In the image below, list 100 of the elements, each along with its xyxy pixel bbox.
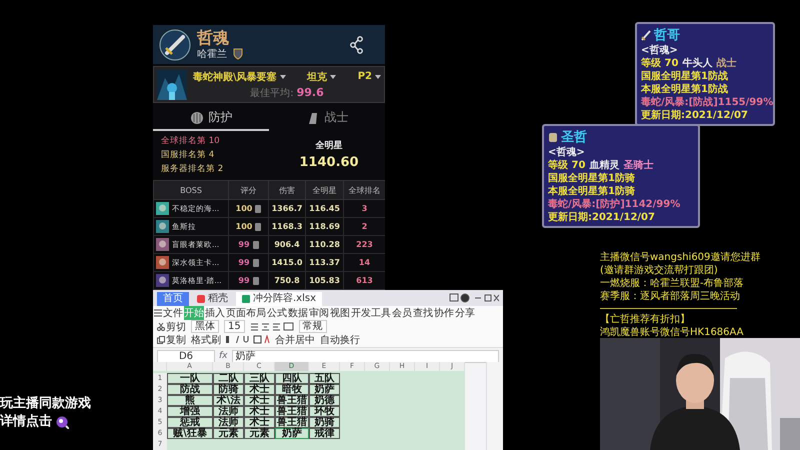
- class-icon: [641, 30, 651, 40]
- boss-icon: [156, 220, 169, 233]
- column-header: 全明星: [306, 180, 344, 200]
- table-cell[interactable]: 五队: [309, 373, 340, 384]
- tooltip-line: 本服全明星第1防战: [641, 83, 729, 96]
- document-tab[interactable]: 稻壳: [191, 292, 234, 306]
- level-text: 等级 70: [641, 57, 678, 70]
- rank-cell: 613: [344, 272, 385, 290]
- guild-name: <哲魂>: [548, 146, 586, 159]
- font-field[interactable]: 黑体: [191, 320, 219, 334]
- damage-cell: 1415.0: [268, 254, 306, 272]
- rank-text: 服务器排名第 2: [161, 162, 224, 175]
- collaborate-button[interactable]: 协作: [434, 306, 454, 320]
- copy-button[interactable]: 复制: [157, 332, 186, 347]
- ribbon-tab[interactable]: 视图: [330, 306, 350, 320]
- promo-link[interactable]: 玩主播同款游戏: [0, 396, 91, 412]
- alignment-icon[interactable]: [250, 322, 294, 332]
- guild-name: <哲魂>: [641, 44, 679, 57]
- function-label: fx: [219, 351, 228, 361]
- table-cell[interactable]: 环牧: [309, 406, 340, 417]
- rank-text: 全球排名第 10: [161, 134, 221, 147]
- ribbon-tab[interactable]: 审阅: [309, 306, 329, 320]
- table-cell[interactable]: 奶德: [309, 395, 340, 406]
- table-cell[interactable]: 贼\狂暴: [167, 428, 213, 439]
- score-cell: 99: [228, 254, 268, 272]
- ribbon-tab[interactable]: 公式: [267, 306, 287, 320]
- table-cell[interactable]: 术\法: [213, 395, 244, 406]
- cut-button[interactable]: 剪切: [157, 320, 186, 334]
- rank-cell: 2: [344, 218, 385, 236]
- table-cell[interactable]: 奶萨: [275, 428, 309, 439]
- ribbon-tab[interactable]: 开发工具: [351, 306, 391, 320]
- ribbon-tab[interactable]: 数据: [288, 306, 308, 320]
- allstar-cell: 105.83: [306, 272, 344, 290]
- class-icon: [548, 132, 558, 142]
- merge-center-button[interactable]: 合并居中: [275, 332, 315, 347]
- scissors-icon[interactable]: [157, 322, 165, 331]
- table-cell[interactable]: 奶萨: [309, 384, 340, 395]
- spec-tab[interactable]: 防护: [153, 106, 269, 131]
- format-painter-button[interactable]: 格式刷: [191, 332, 221, 347]
- ribbon-tab[interactable]: 插入: [205, 306, 225, 320]
- ribbon-tab[interactable]: 会员: [392, 306, 412, 320]
- table-cell[interactable]: 三队: [244, 373, 275, 384]
- table-cell[interactable]: 法师: [213, 417, 244, 428]
- promo-link[interactable]: 详情点击: [0, 414, 52, 430]
- filter-dropdown[interactable]: P2: [358, 70, 381, 84]
- caret-icon[interactable]: [280, 74, 286, 79]
- font-style-icon[interactable]: [226, 335, 270, 344]
- table-cell[interactable]: 暗牧: [275, 384, 309, 395]
- table-cell[interactable]: 元素: [244, 428, 275, 439]
- info-text: (邀请群游戏交流帮打跟团): [600, 264, 719, 277]
- table-cell[interactable]: 术士: [244, 384, 275, 395]
- table-cell[interactable]: 防战: [167, 384, 213, 395]
- column-header: 评分: [228, 180, 268, 200]
- ribbon-tab[interactable]: 页面布局: [226, 306, 266, 320]
- table-cell[interactable]: 一队: [167, 373, 213, 384]
- allstar-cell: 113.37: [306, 254, 344, 272]
- table-cell[interactable]: 增强: [167, 406, 213, 417]
- magnifier-icon: [56, 416, 69, 428]
- table-cell[interactable]: 二队: [213, 373, 244, 384]
- rank-cell: 223: [344, 236, 385, 254]
- table-cell[interactable]: 元素: [213, 428, 244, 439]
- caret-icon[interactable]: [374, 74, 381, 79]
- document-tab[interactable]: 首页: [157, 292, 189, 306]
- share-icon[interactable]: [349, 36, 365, 54]
- table-cell[interactable]: 熊: [167, 395, 213, 406]
- table-cell[interactable]: 术士: [244, 417, 275, 428]
- document-tab[interactable]: 冲分阵容.xlsx: [236, 292, 322, 306]
- search-button[interactable]: 查找: [413, 306, 433, 320]
- menu-icon[interactable]: [154, 308, 162, 317]
- copy-icon[interactable]: [157, 336, 165, 344]
- filter-dropdown[interactable]: 毒蛇神殿\风暴要塞: [193, 70, 286, 84]
- number-format-field[interactable]: 常规: [298, 320, 327, 334]
- filter-dropdown[interactable]: 坦克: [307, 70, 336, 84]
- shield-icon: [255, 222, 262, 230]
- table-cell[interactable]: 术士: [244, 395, 275, 406]
- formula-field[interactable]: 奶萨: [232, 350, 499, 362]
- best-average-value: 99.6: [296, 86, 324, 99]
- table-cell[interactable]: 法师: [213, 406, 244, 417]
- caret-icon[interactable]: [330, 74, 336, 79]
- table-cell[interactable]: 兽王猎: [275, 417, 309, 428]
- file-menu[interactable]: 文件: [154, 306, 183, 320]
- damage-cell: 906.4: [268, 236, 306, 254]
- name-box[interactable]: D6: [157, 350, 215, 362]
- damage-cell: 1366.7: [268, 200, 306, 218]
- spec-tab[interactable]: 战士: [269, 106, 385, 131]
- table-cell[interactable]: 奶骑: [309, 417, 340, 428]
- font-size-field[interactable]: 15: [224, 320, 245, 334]
- share-button[interactable]: 分享: [455, 306, 475, 320]
- window-controls-icon[interactable]: [449, 292, 499, 303]
- sword-avatar-icon: [159, 28, 191, 61]
- shield-icon: [190, 110, 204, 125]
- table-cell[interactable]: 兽王猎: [275, 406, 309, 417]
- table-cell[interactable]: 惩戒: [167, 417, 213, 428]
- table-cell[interactable]: 兽王猎: [275, 395, 309, 406]
- table-cell[interactable]: 术士: [244, 406, 275, 417]
- docer-icon: [197, 294, 205, 303]
- table-cell[interactable]: 四队: [275, 373, 309, 384]
- wrap-text-button[interactable]: 自动换行: [320, 332, 360, 347]
- table-cell[interactable]: 防骑: [213, 384, 244, 395]
- table-cell[interactable]: 戒律: [309, 428, 340, 439]
